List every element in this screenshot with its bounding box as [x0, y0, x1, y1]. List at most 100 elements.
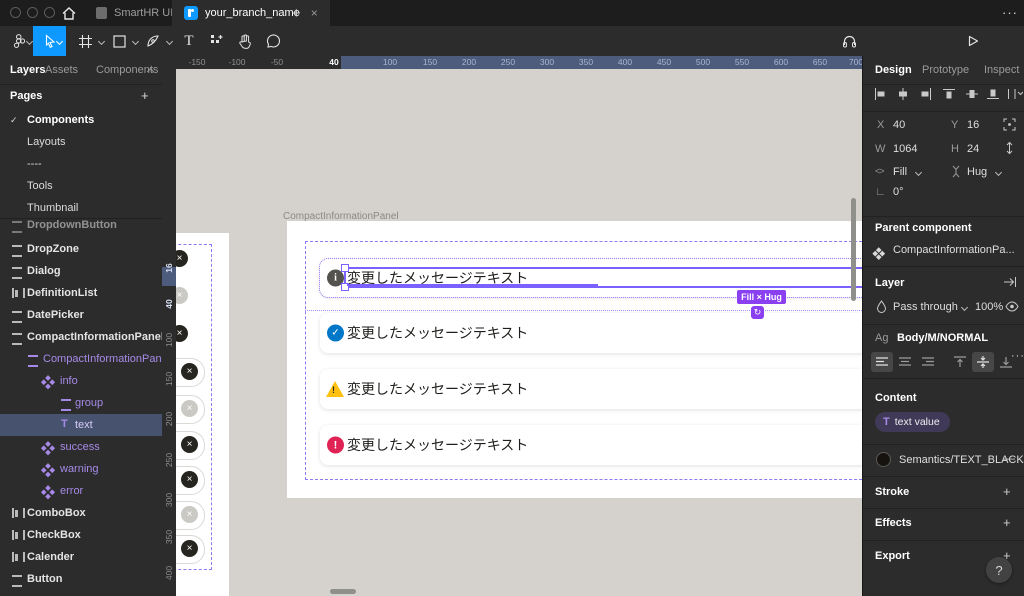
align-top-button[interactable]: [943, 88, 955, 100]
align-left-button[interactable]: [874, 88, 886, 100]
tab-inspect[interactable]: Inspect: [984, 64, 1019, 76]
parent-component-name[interactable]: CompactInformationPa...: [893, 244, 1015, 256]
distribute-button[interactable]: [1007, 88, 1023, 100]
new-tab-button[interactable]: +: [292, 5, 301, 22]
page-item-separator[interactable]: ----: [0, 153, 162, 175]
visibility-eye-icon[interactable]: [1005, 301, 1019, 312]
text-align-left-button[interactable]: [871, 352, 893, 372]
success-panel-row[interactable]: ✓ 変更したメッセージテキスト: [320, 313, 862, 353]
tab-smarthr-ui[interactable]: SmartHR UI: [84, 0, 185, 26]
close-tab-icon[interactable]: ×: [311, 6, 318, 20]
layer-row-info[interactable]: info: [0, 370, 162, 392]
align-bottom-button[interactable]: [987, 88, 999, 100]
warning-panel-row[interactable]: ! 変更したメッセージテキスト: [320, 369, 862, 409]
page-item-thumbnail[interactable]: Thumbnail: [0, 197, 162, 219]
layer-row-success[interactable]: success: [0, 436, 162, 458]
autolayout-reset-icon[interactable]: ↻: [751, 306, 764, 319]
add-stroke-button[interactable]: +: [1003, 484, 1011, 499]
remove-icon[interactable]: ×: [181, 400, 198, 417]
text-style-name[interactable]: Body/M/NORMAL: [897, 332, 988, 344]
layer-row-compactinformationpanel-child[interactable]: CompactInformationPanel: [0, 348, 162, 370]
color-swatch[interactable]: [876, 452, 891, 467]
h-value[interactable]: 24: [967, 143, 979, 155]
text-align-center-button[interactable]: [894, 352, 916, 372]
message-text[interactable]: 変更したメッセージテキスト: [347, 323, 528, 343]
align-horizontal-center-button[interactable]: [897, 88, 909, 100]
layer-row-error[interactable]: error: [0, 480, 162, 502]
content-value-pill[interactable]: T text value: [875, 412, 950, 432]
tab-layers[interactable]: Layers: [10, 64, 45, 76]
add-effect-button[interactable]: +: [1003, 515, 1011, 530]
rotation-value[interactable]: 0°: [893, 186, 904, 198]
page-label: Layouts: [27, 136, 66, 148]
horizontal-layout-icon: [12, 552, 25, 562]
error-panel-row[interactable]: ! 変更したメッセージテキスト: [320, 425, 862, 465]
vertical-scrollbar[interactable]: [851, 198, 856, 301]
x-value[interactable]: 40: [893, 119, 905, 131]
component-tool-button[interactable]: [204, 26, 230, 56]
tab-assets[interactable]: Assets: [45, 64, 78, 76]
align-vertical-center-button[interactable]: [966, 88, 978, 100]
text-valign-top-button[interactable]: [949, 352, 971, 372]
layer-row-button[interactable]: Button: [0, 568, 162, 590]
window-more-icon[interactable]: ···: [1002, 5, 1018, 20]
comment-tool-button[interactable]: [260, 26, 286, 56]
layer-row-dialog[interactable]: Dialog: [0, 260, 162, 282]
constrain-proportions-icon[interactable]: [1005, 141, 1014, 155]
tab-design[interactable]: Design: [875, 64, 912, 76]
hand-tool-button[interactable]: [232, 26, 258, 56]
layer-row-dropdownbutton[interactable]: DropdownButton: [0, 218, 162, 236]
remove-icon[interactable]: ×: [181, 436, 198, 453]
layer-row-compactinformationpanel[interactable]: CompactInformationPanel: [0, 326, 162, 348]
shape-tool-button[interactable]: [106, 26, 132, 56]
remove-icon[interactable]: ×: [181, 363, 198, 380]
move-tool-button[interactable]: [33, 26, 66, 56]
remove-icon[interactable]: ×: [181, 506, 198, 523]
layer-arrow-icon[interactable]: [1003, 276, 1017, 288]
pen-tool-button[interactable]: [140, 26, 166, 56]
help-button[interactable]: ?: [986, 557, 1012, 583]
remove-icon[interactable]: ×: [181, 540, 198, 557]
horizontal-scrollbar[interactable]: [330, 589, 356, 594]
absolute-position-icon[interactable]: [1003, 118, 1016, 131]
page-item-layouts[interactable]: Layouts: [0, 131, 162, 153]
home-button[interactable]: [56, 0, 82, 26]
opacity-value[interactable]: 100%: [975, 301, 1003, 313]
align-right-button[interactable]: [920, 88, 932, 100]
layer-row-group[interactable]: group: [0, 392, 162, 414]
layer-row-datepicker[interactable]: DatePicker: [0, 304, 162, 326]
layer-row-combobox[interactable]: ComboBox: [0, 502, 162, 524]
frame-tool-button[interactable]: [72, 26, 98, 56]
w-value[interactable]: 1064: [893, 143, 917, 155]
window-close-button[interactable]: [10, 7, 21, 18]
text-tool-button[interactable]: T: [176, 26, 202, 56]
tab-your-branch-name[interactable]: your_branch_name ×: [172, 0, 330, 26]
horizontal-resize-value[interactable]: Fill: [893, 166, 907, 178]
layer-row-calender[interactable]: Calender: [0, 546, 162, 568]
remove-fill-button[interactable]: —: [1003, 451, 1015, 465]
canvas[interactable]: × × × × × × × × × CompactInformationPane…: [162, 56, 862, 596]
layer-row-text-selected[interactable]: T text: [0, 414, 162, 436]
layer-row-dropzone[interactable]: DropZone: [0, 238, 162, 260]
page-item-components[interactable]: ✓ Components: [0, 109, 162, 131]
layer-row-definitionlist[interactable]: DefinitionList: [0, 282, 162, 304]
text-align-right-button[interactable]: [917, 352, 939, 372]
selection-handle[interactable]: [341, 264, 349, 272]
vertical-resize-value[interactable]: Hug: [967, 166, 987, 178]
audio-button[interactable]: [836, 26, 862, 56]
add-page-button[interactable]: +: [141, 88, 149, 103]
layer-row-warning[interactable]: warning: [0, 458, 162, 480]
tab-prototype[interactable]: Prototype: [922, 64, 969, 76]
text-valign-middle-button[interactable]: [972, 352, 994, 372]
remove-icon[interactable]: ×: [181, 471, 198, 488]
y-value[interactable]: 16: [967, 119, 979, 131]
window-minimize-button[interactable]: [27, 7, 38, 18]
layer-row-checkbox[interactable]: CheckBox: [0, 524, 162, 546]
message-text[interactable]: 変更したメッセージテキスト: [347, 379, 528, 399]
present-button[interactable]: [960, 26, 986, 56]
window-zoom-button[interactable]: [44, 7, 55, 18]
message-text[interactable]: 変更したメッセージテキスト: [347, 435, 528, 455]
page-item-tools[interactable]: Tools: [0, 175, 162, 197]
blend-mode-value[interactable]: Pass through: [893, 301, 958, 313]
text-more-options[interactable]: ···: [1011, 350, 1024, 362]
